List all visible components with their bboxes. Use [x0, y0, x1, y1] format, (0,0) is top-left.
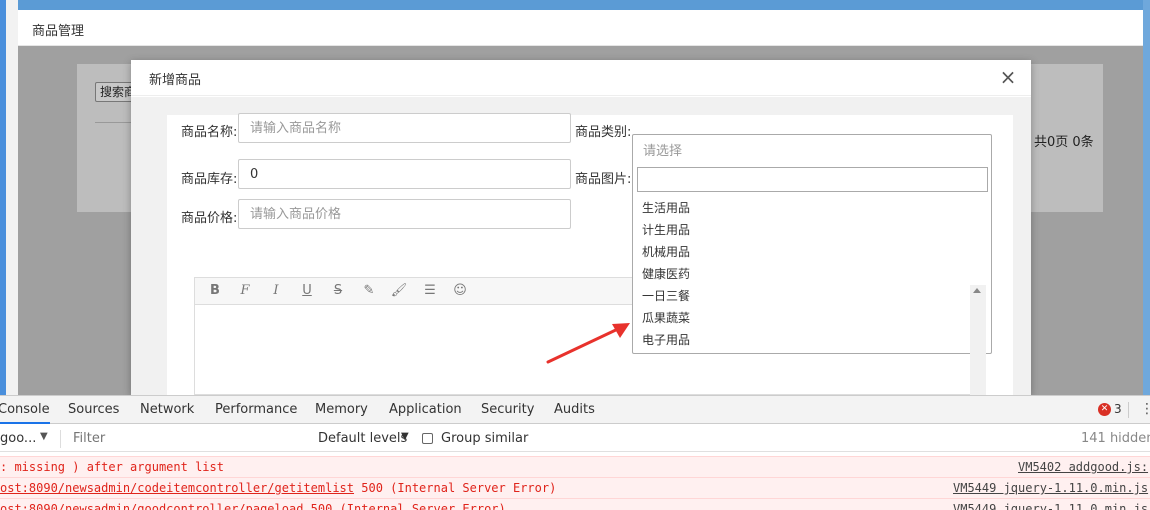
bold-icon[interactable]: B	[205, 281, 225, 301]
chevron-down-icon[interactable]: ▼	[401, 431, 409, 442]
emoji-icon[interactable]: ☺	[450, 281, 470, 301]
category-option[interactable]: 健康医药	[642, 265, 690, 282]
log-levels-select[interactable]: Default levels	[318, 431, 407, 446]
divider	[95, 122, 135, 123]
goods-image-label: 商品图片:	[575, 172, 632, 187]
modal-title: 新增商品	[149, 73, 202, 88]
tab-sources[interactable]: Sources	[68, 402, 119, 417]
category-search-input[interactable]	[637, 167, 988, 192]
align-icon[interactable]: ☰	[420, 281, 440, 301]
error-message: ost:8090/newsadmin/codeitemcontroller/ge…	[0, 481, 556, 495]
goods-name-input[interactable]	[238, 113, 571, 143]
top-accent-bar	[0, 0, 1150, 10]
close-icon[interactable]: ×	[997, 66, 1019, 88]
error-message: ost:8090/newsadmin/goodcontroller/pagelo…	[0, 502, 506, 510]
tab-audits[interactable]: Audits	[554, 402, 595, 417]
category-option[interactable]: 机械用品	[642, 243, 690, 260]
error-source-link[interactable]: VM5402 addgood.js:	[1018, 460, 1148, 474]
category-option[interactable]: 计生用品	[642, 221, 690, 238]
error-status: 500 (Internal Server Error)	[310, 502, 506, 510]
category-option[interactable]: 电子用品	[642, 331, 690, 348]
console-filter-input[interactable]	[66, 428, 310, 449]
more-menu-icon[interactable]: ⋮	[1140, 402, 1150, 416]
error-icon[interactable]: ✕	[1098, 403, 1111, 416]
category-select-placeholder: 请选择	[643, 144, 683, 159]
devtools-tabbar: Console Sources Network Performance Memo…	[0, 396, 1150, 424]
goods-stock-input[interactable]	[238, 159, 571, 189]
goods-stock-label: 商品库存:	[181, 172, 238, 187]
category-select-dropdown[interactable]: 请选择 生活用品 计生用品 机械用品 健康医药 一日三餐 瓜果蔬菜 电子用品	[632, 134, 992, 355]
modal-header: 新增商品 ×	[131, 60, 1031, 96]
pencil-icon[interactable]: ✎	[359, 281, 379, 301]
error-count[interactable]: 3	[1114, 402, 1122, 416]
category-option[interactable]: 生活用品	[642, 199, 690, 216]
tab-memory[interactable]: Memory	[315, 402, 368, 417]
page-header: 商品管理	[18, 10, 1143, 46]
group-similar-label: Group similar	[441, 431, 529, 446]
tab-network[interactable]: Network	[140, 402, 194, 417]
console-error-row: ost:8090/newsadmin/goodcontroller/pagelo…	[0, 498, 1150, 510]
goods-category-label: 商品类别:	[575, 125, 632, 140]
right-accent-bar	[1143, 0, 1150, 395]
error-status: 500 (Internal Server Error)	[361, 481, 557, 495]
group-similar-checkbox[interactable]	[422, 433, 433, 444]
red-arrow-annotation	[546, 323, 630, 364]
pager-info: 共0页 0条	[1034, 135, 1094, 150]
error-url-link[interactable]: ost:8090/newsadmin/goodcontroller/pagelo…	[0, 502, 303, 510]
italic-icon[interactable]: I	[266, 281, 286, 301]
error-source-link[interactable]: VM5449 jquery-1.11.0.min.js	[953, 502, 1148, 510]
console-filterbar: goo... ▼ Default levels ▼ Group similar …	[0, 425, 1150, 452]
error-message: : missing ) after argument list	[0, 460, 224, 474]
divider	[60, 430, 61, 448]
console-error-row: : missing ) after argument list VM5402 a…	[0, 456, 1150, 477]
hidden-count: 141 hidden	[1081, 431, 1150, 446]
tab-application[interactable]: Application	[389, 402, 462, 417]
font-icon[interactable]: F	[235, 281, 255, 301]
error-url-link[interactable]: ost:8090/newsadmin/codeitemcontroller/ge…	[0, 481, 354, 495]
scroll-up-icon[interactable]	[973, 288, 981, 293]
tab-console[interactable]: Console	[0, 402, 50, 424]
dropdown-scrollbar[interactable]	[970, 285, 986, 355]
chevron-down-icon[interactable]: ▼	[40, 431, 48, 442]
left-strip	[6, 0, 18, 395]
context-selector[interactable]: goo...	[0, 431, 36, 446]
strikethrough-icon[interactable]: S	[328, 281, 348, 301]
devtools-panel: Console Sources Network Performance Memo…	[0, 395, 1150, 510]
goods-price-input[interactable]	[238, 199, 571, 229]
search-button[interactable]: 搜索商	[95, 82, 135, 102]
page-title: 商品管理	[32, 24, 85, 39]
underline-icon[interactable]: U	[297, 281, 317, 301]
category-option[interactable]: 一日三餐	[642, 287, 690, 304]
goods-price-label: 商品价格:	[181, 211, 238, 226]
tab-performance[interactable]: Performance	[215, 402, 297, 417]
brush-icon[interactable]: 🖌	[389, 281, 409, 301]
console-error-row: ost:8090/newsadmin/codeitemcontroller/ge…	[0, 477, 1150, 498]
goods-name-label: 商品名称:	[181, 125, 238, 140]
category-option[interactable]: 瓜果蔬菜	[642, 309, 690, 326]
editor-scrollbar[interactable]	[970, 354, 986, 395]
error-source-link[interactable]: VM5449 jquery-1.11.0.min.js	[953, 481, 1148, 495]
divider	[1128, 402, 1129, 418]
tab-security[interactable]: Security	[481, 402, 534, 417]
